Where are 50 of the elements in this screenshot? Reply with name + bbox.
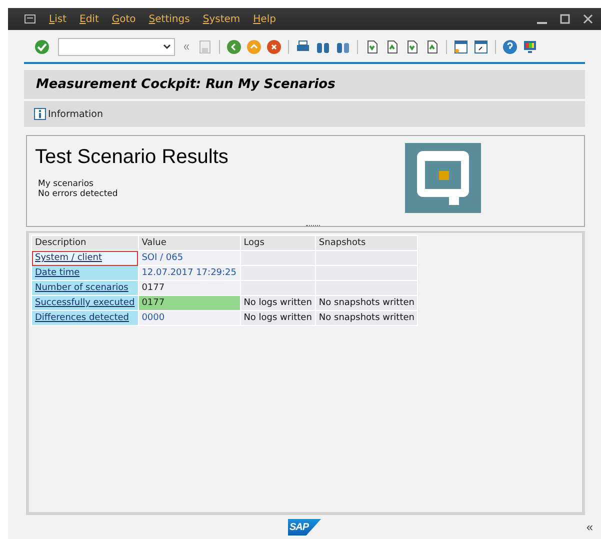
menu-item[interactable]: Help xyxy=(253,14,276,24)
collapse-button[interactable]: « xyxy=(586,520,593,534)
menu-item[interactable]: List xyxy=(49,14,66,24)
info-icon xyxy=(34,108,46,120)
q-logo-icon xyxy=(405,143,481,213)
screen-title: Measurement Cockpit: Run My Scenarios xyxy=(24,70,585,99)
shortcut-icon[interactable] xyxy=(473,39,489,55)
description-cell[interactable]: Successfully executed xyxy=(32,296,138,310)
description-link[interactable]: Differences detected xyxy=(35,313,129,323)
header-text: My scenarios xyxy=(38,179,94,189)
description-cell[interactable]: Differences detected xyxy=(32,310,138,326)
value-cell: 12.07.2017 17:29:25 xyxy=(138,266,240,280)
check-icon[interactable] xyxy=(34,39,50,55)
back-icon[interactable] xyxy=(226,39,242,55)
menu-item[interactable]: Settings xyxy=(148,14,190,24)
help-icon[interactable] xyxy=(502,39,518,55)
header-text: No errors detected xyxy=(38,189,119,199)
monitor-icon[interactable] xyxy=(522,39,538,55)
description-cell[interactable]: System / client xyxy=(32,250,138,266)
new-window-icon[interactable] xyxy=(453,39,469,55)
description-cell[interactable]: Date time xyxy=(32,266,138,280)
information-button[interactable]: Information xyxy=(34,108,103,120)
chevron-down-icon xyxy=(163,44,171,50)
column-header[interactable]: Snapshots xyxy=(315,236,418,250)
column-header[interactable]: Value xyxy=(138,236,240,250)
value-cell: SOI / 065 xyxy=(138,250,240,266)
logs-cell: No logs written xyxy=(240,296,316,310)
menu-item[interactable]: Goto xyxy=(112,14,136,24)
value-cell: 0177 xyxy=(138,280,240,296)
column-header[interactable]: Description xyxy=(32,236,138,250)
snapshots-cell: No snapshots written xyxy=(315,310,418,326)
maximize-icon[interactable] xyxy=(560,14,570,24)
command-field[interactable] xyxy=(58,38,175,56)
description-link[interactable]: Successfully executed xyxy=(35,298,135,308)
description-link[interactable]: System / client xyxy=(35,253,102,263)
menu-item[interactable]: System xyxy=(202,14,240,24)
cancel-icon[interactable] xyxy=(266,39,282,55)
description-link[interactable]: Date time xyxy=(35,268,80,278)
logs-cell: No logs written xyxy=(240,310,316,326)
description-cell[interactable]: Number of scenarios xyxy=(32,280,138,296)
value-cell: 0177 xyxy=(138,296,240,310)
snapshots-cell: No snapshots written xyxy=(315,296,418,310)
sap-logo: SAP xyxy=(288,518,322,536)
results-heading: Test Scenario Results xyxy=(35,146,230,169)
close-icon[interactable] xyxy=(583,14,593,24)
description-link[interactable]: Number of scenarios xyxy=(35,283,128,293)
column-header[interactable]: Logs xyxy=(240,236,316,250)
value-cell: 0000 xyxy=(138,310,240,326)
menu-item[interactable]: Edit xyxy=(80,14,99,24)
menu-icon[interactable] xyxy=(24,14,36,24)
